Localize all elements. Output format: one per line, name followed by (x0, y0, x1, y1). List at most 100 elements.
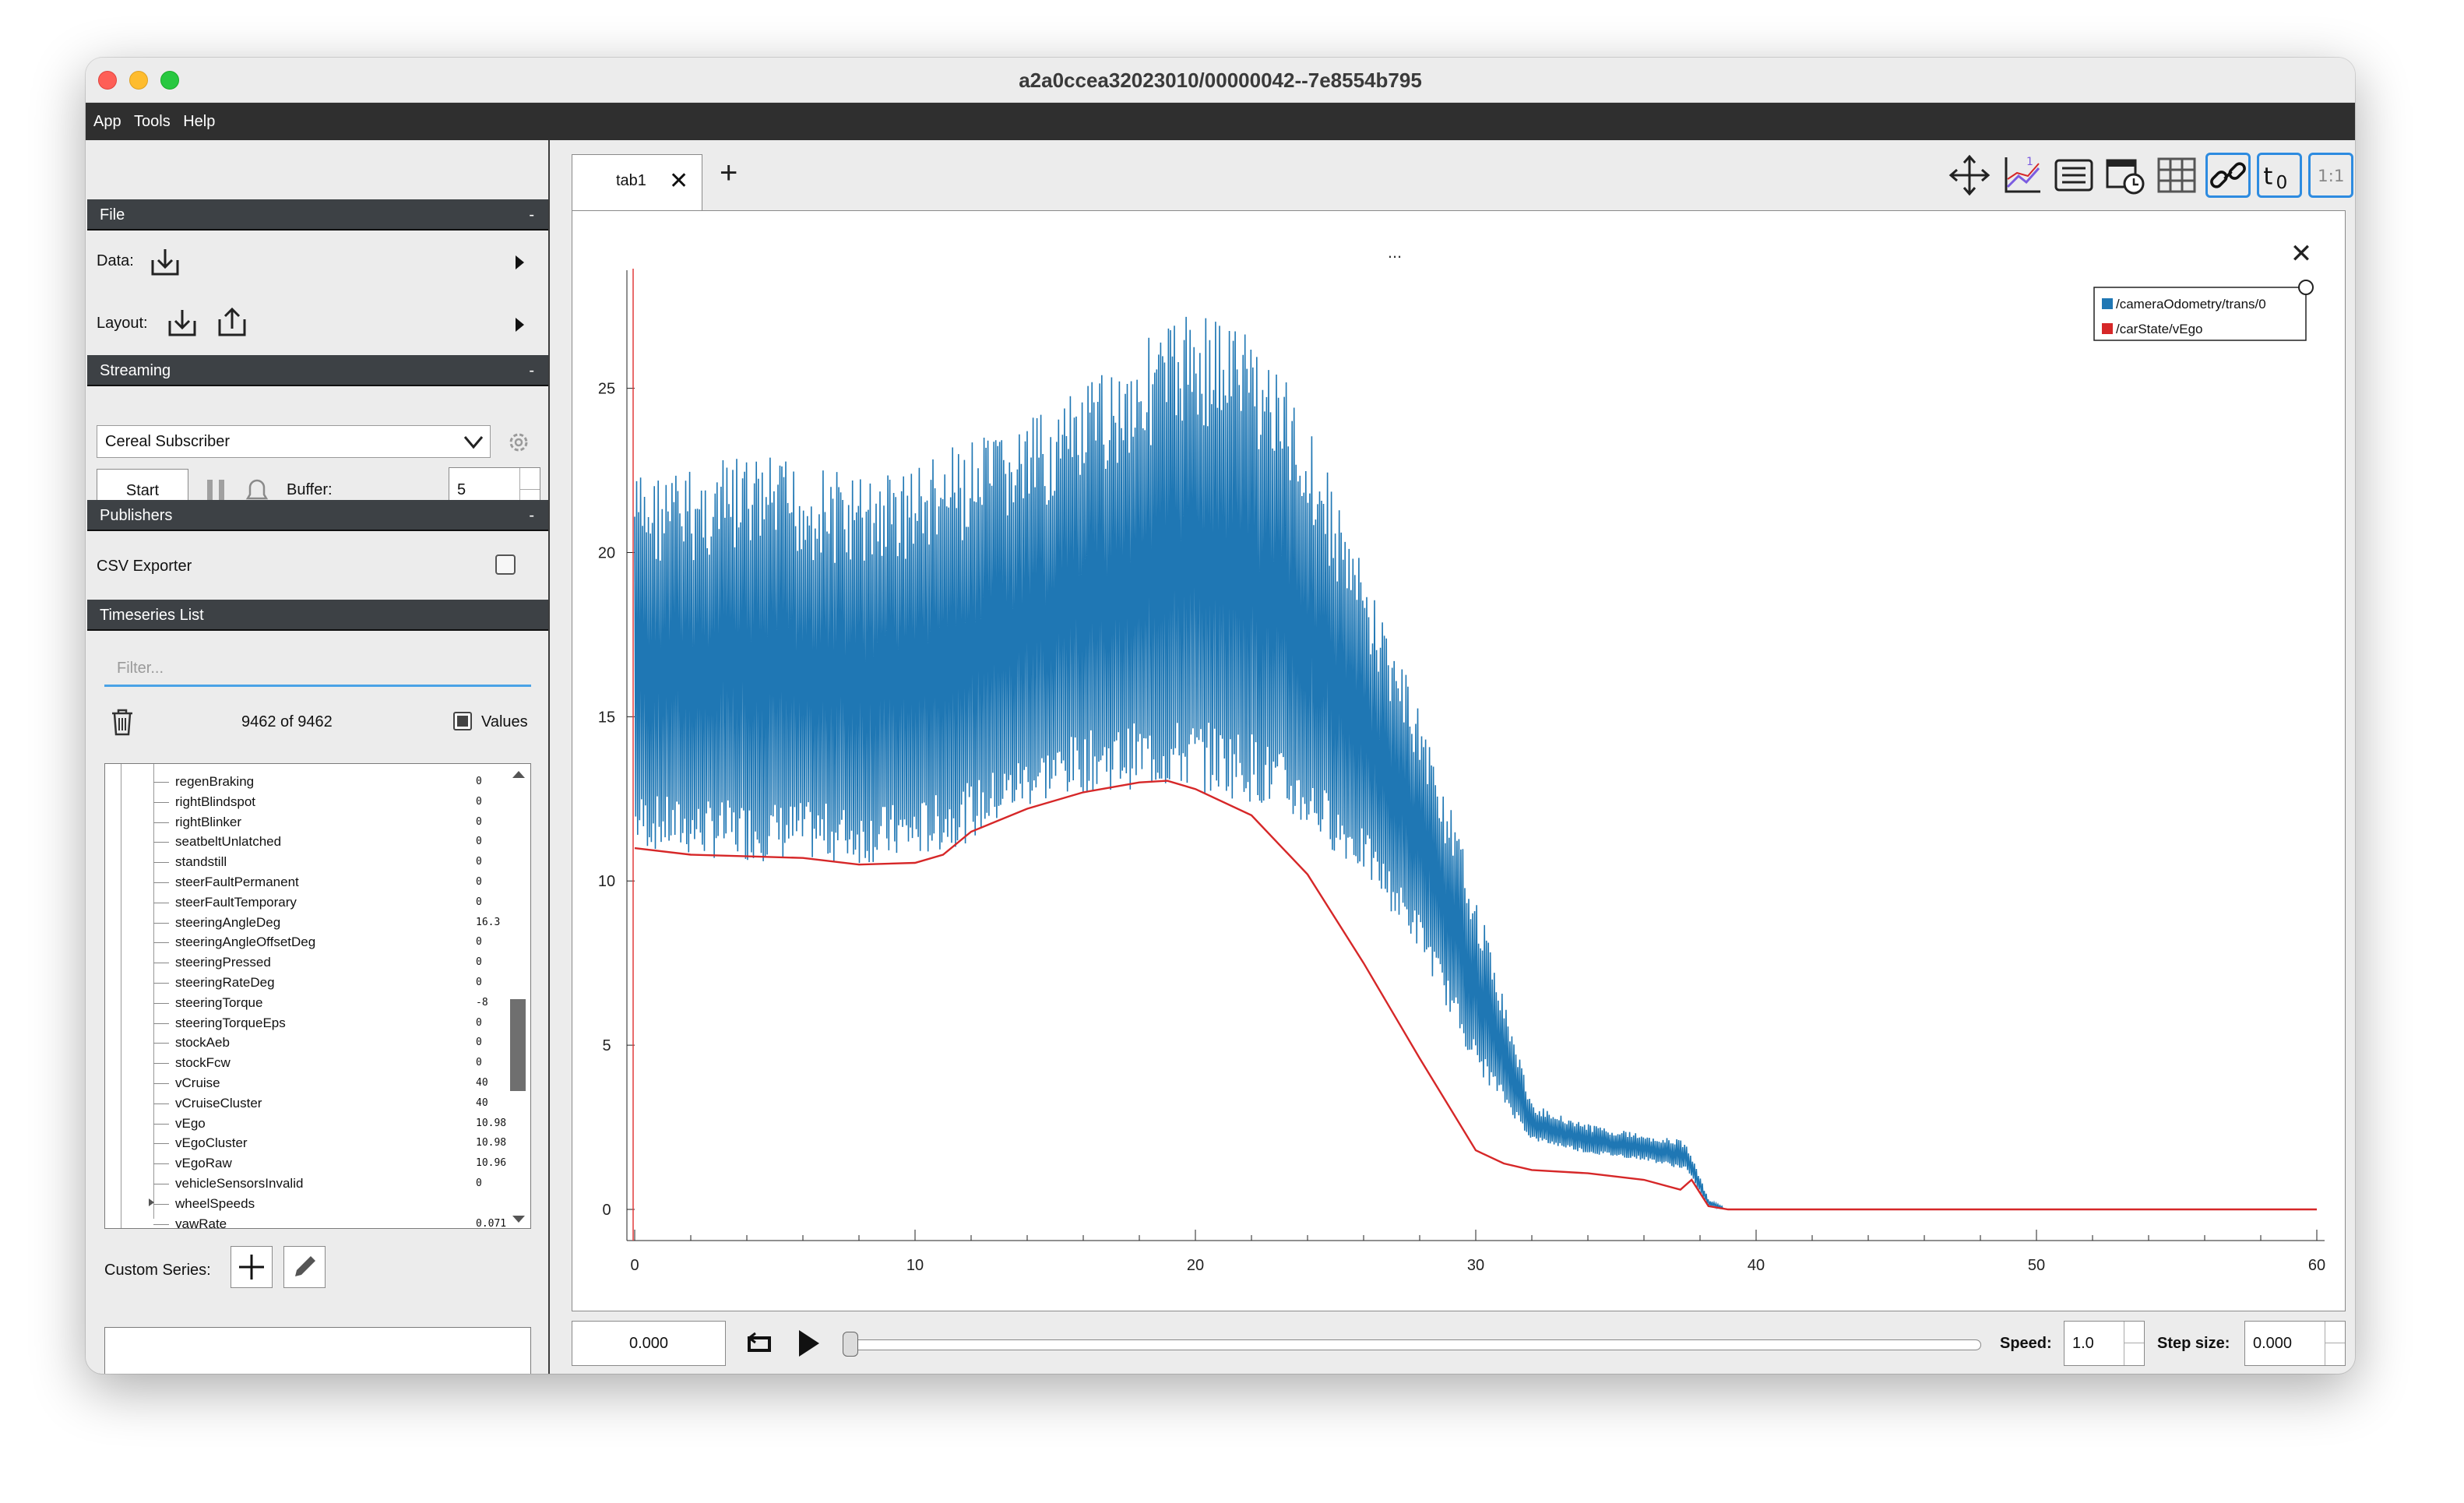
close-plot-icon[interactable]: ✕ (2290, 238, 2313, 269)
streaming-source-select[interactable]: Cereal Subscriber (97, 425, 491, 458)
ratio-1-1-icon[interactable]: 1:1 (2308, 153, 2353, 198)
list-item[interactable]: vEgoRaw 10.96 (105, 1153, 510, 1174)
series-value: 0 (476, 936, 482, 949)
scroll-up-icon[interactable] (512, 769, 526, 780)
list-item[interactable]: steerFaultPermanent 0 (105, 872, 510, 892)
x-tick-label: 30 (1467, 1257, 1484, 1274)
filter-input[interactable]: Filter... (104, 649, 531, 687)
publishers-collapse-button[interactable]: - (529, 500, 534, 531)
list-item[interactable]: vCruiseCluster 40 (105, 1093, 510, 1114)
speed-up-button[interactable] (2124, 1322, 2144, 1343)
layout-expand-arrow-icon[interactable] (516, 318, 524, 332)
close-tab-icon[interactable]: ✕ (669, 167, 688, 195)
publishers-section-header[interactable]: Publishers - (87, 500, 548, 531)
list-item[interactable]: standstill 0 (105, 852, 510, 872)
expand-arrow-icon[interactable] (149, 1198, 154, 1206)
add-tab-button[interactable]: + (720, 156, 737, 191)
list-item[interactable]: seatbeltUnlatched 0 (105, 832, 510, 852)
load-layout-icon[interactable] (167, 308, 198, 338)
list-item[interactable]: steeringRateDeg 0 (105, 973, 510, 993)
timeline-handle[interactable] (843, 1332, 858, 1357)
list-item[interactable]: steeringAngleOffsetDeg 0 (105, 932, 510, 952)
file-section-header[interactable]: File - (87, 199, 548, 231)
time-offset-icon[interactable]: t 0 (2257, 153, 2302, 198)
legend-entry[interactable]: /carState/vEgo (2116, 322, 2203, 336)
list-item[interactable]: rightBlindspot 0 (105, 792, 510, 812)
list-item[interactable]: yawRate 0.071 (105, 1214, 510, 1228)
legend[interactable]: /cameraOdometry/trans/0/carState/vEgo (2093, 280, 2314, 341)
calendar-clock-icon[interactable] (2103, 153, 2148, 198)
speed-label: Speed: (2000, 1335, 2052, 1352)
file-collapse-button[interactable]: - (529, 199, 534, 231)
gear-icon[interactable] (506, 430, 531, 455)
list-item[interactable]: vEgo 10.98 (105, 1114, 510, 1134)
save-layout-icon[interactable] (216, 307, 248, 338)
loop-icon[interactable] (741, 1329, 777, 1360)
list-item[interactable]: vehicleSensorsInvalid 0 (105, 1174, 510, 1194)
data-expand-arrow-icon[interactable] (516, 255, 524, 269)
list-item[interactable]: vEgoCluster 10.98 (105, 1133, 510, 1153)
add-custom-series-button[interactable] (231, 1246, 273, 1288)
values-checkbox[interactable] (453, 712, 472, 730)
list-item[interactable]: steerFaultTemporary 0 (105, 892, 510, 913)
tree-branch (153, 842, 169, 843)
split-plot-icon[interactable]: 1 (2000, 153, 2045, 198)
series-count: 9462 of 9462 (241, 713, 333, 730)
trash-icon[interactable] (109, 707, 136, 737)
time-display[interactable]: 0.000 (572, 1321, 726, 1366)
list-item[interactable]: stockFcw 0 (105, 1053, 510, 1073)
step-up-button[interactable] (2325, 1322, 2345, 1343)
step-down-button[interactable] (2325, 1343, 2345, 1365)
load-data-icon[interactable] (150, 248, 181, 277)
list-item[interactable]: steeringPressed 0 (105, 952, 510, 973)
play-icon[interactable] (793, 1327, 824, 1360)
playback-bar: 0.000 Speed: 1.0 Step size: 0.000 (550, 1311, 2355, 1374)
series-value: -8 (476, 996, 488, 1008)
legend-handle[interactable] (2298, 280, 2314, 295)
plot-title: ... (1388, 242, 1402, 262)
speed-value: 1.0 (2072, 1335, 2094, 1352)
streaming-collapse-button[interactable]: - (529, 355, 534, 386)
tab-tab1[interactable]: tab1 ✕ (572, 154, 702, 210)
streaming-section-header[interactable]: Streaming - (87, 355, 548, 386)
custom-series-list[interactable] (104, 1327, 531, 1374)
plot-area[interactable]: ... ✕ 0 5 10 15 20 25 0 10 20 30 40 50 60 /cameraOdo… (572, 210, 2346, 1311)
edit-custom-series-button[interactable] (283, 1246, 326, 1288)
timeline-slider[interactable] (847, 1339, 1981, 1350)
list-item[interactable]: steeringTorque -8 (105, 993, 510, 1013)
series-value: 0 (476, 876, 482, 888)
list-item[interactable]: regenBraking 0 (105, 772, 510, 792)
scroll-down-icon[interactable] (512, 1214, 526, 1225)
timeseries-plot[interactable]: ... ✕ 0 5 10 15 20 25 0 10 20 30 40 50 60 /cameraOdo… (572, 211, 2346, 1312)
series-name: vCruise (175, 1075, 220, 1090)
series-value: 0 (476, 815, 482, 828)
tree-branch (153, 1083, 169, 1084)
series-line-cameraodometry (634, 316, 2317, 1210)
speed-spinbox[interactable]: 1.0 (2064, 1321, 2145, 1366)
list-icon[interactable] (2051, 153, 2096, 198)
list-item[interactable]: vCruise 40 (105, 1073, 510, 1093)
csv-exporter-checkbox[interactable] (495, 554, 516, 575)
speed-down-button[interactable] (2124, 1343, 2144, 1365)
step-size-spinbox[interactable]: 0.000 (2244, 1321, 2346, 1366)
link-icon[interactable] (2205, 153, 2251, 198)
legend-entry[interactable]: /cameraOdometry/trans/0 (2116, 297, 2266, 312)
move-icon[interactable] (1947, 153, 1992, 198)
tree-branch (153, 882, 169, 883)
menu-app[interactable]: App (86, 103, 121, 140)
list-item[interactable]: rightBlinker 0 (105, 812, 510, 832)
timeseries-tree[interactable]: regenBraking 0 rightBlindspot 0 rightBlinker… (104, 763, 531, 1229)
list-item[interactable]: steeringTorqueEps 0 (105, 1013, 510, 1033)
list-item[interactable]: wheelSpeeds (105, 1194, 510, 1214)
grid-icon[interactable] (2154, 153, 2199, 198)
list-scrollbar[interactable] (510, 999, 526, 1091)
window-title: a2a0ccea32023010/00000042--7e8554b795 (1019, 69, 1422, 92)
menu-help[interactable]: Help (175, 103, 215, 140)
series-name: stockFcw (175, 1055, 231, 1071)
series-value: 10.98 (476, 1117, 507, 1129)
buffer-up-button[interactable] (519, 468, 540, 490)
list-item[interactable]: stockAeb 0 (105, 1033, 510, 1053)
list-item[interactable]: steeringAngleDeg 16.3 (105, 913, 510, 933)
series-name: rightBlinker (175, 814, 242, 829)
menu-tools[interactable]: Tools (126, 103, 171, 140)
